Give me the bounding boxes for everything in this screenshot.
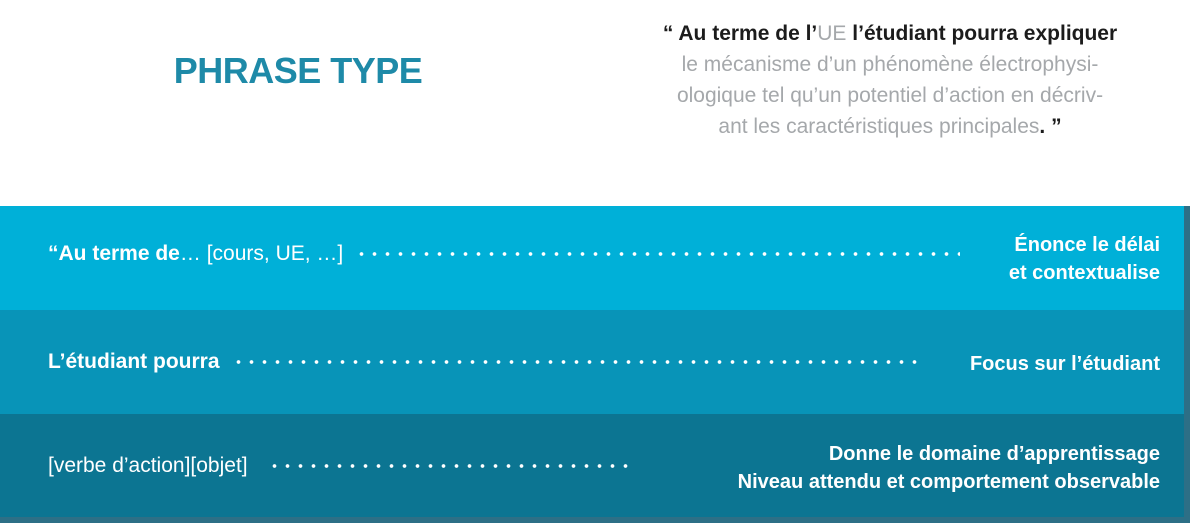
example-sentence-quote: “ Au terme de l’UE l’étudiant pourra exp…	[600, 18, 1180, 142]
quote-ue: UE	[817, 22, 847, 45]
row-student-left: L’étudiant pourra	[48, 350, 922, 374]
quote-open: “ Au terme de l’	[662, 22, 818, 45]
row-action-right-line-2: Niveau attendu et comportement observabl…	[737, 471, 1160, 493]
row-action: [verbe d’action][objet] Donne le domaine…	[0, 414, 1190, 517]
right-border	[1184, 206, 1190, 523]
row-student-right-line-1: Focus sur l’étudiant	[969, 353, 1160, 375]
row-action-left-rest: [verbe d’action][objet]	[48, 454, 248, 477]
quote-close: . ”	[1039, 115, 1062, 138]
row-delay: “Au terme de … [cours, UE, …] Énonce le …	[0, 206, 1190, 310]
dotted-leader	[267, 464, 633, 468]
quote-line-3: ologique tel qu’un potentiel d’action en…	[676, 84, 1104, 107]
row-action-left: [verbe d’action][objet]	[48, 454, 633, 478]
row-action-right: Donne le domaine d’apprentissage Niveau …	[738, 440, 1160, 496]
row-delay-right: Énonce le délai et contextualise	[1009, 231, 1160, 287]
row-delay-left-bold: “Au terme de	[48, 242, 180, 265]
row-student-right: Focus sur l’étudiant	[970, 350, 1160, 378]
row-student: L’étudiant pourra Focus sur l’étudiant	[0, 310, 1190, 414]
row-delay-right-line-1: Énonce le délai	[1014, 234, 1160, 256]
row-delay-left: “Au terme de … [cours, UE, …]	[48, 242, 961, 266]
quote-line-4-text: ant les caractéristiques principales	[718, 115, 1040, 138]
row-delay-right-line-2: et contextualise	[1008, 262, 1160, 284]
row-delay-left-rest: … [cours, UE, …]	[179, 242, 344, 265]
dotted-leader	[355, 252, 961, 256]
quote-line-2: le mécanisme d’un phénomène électrophysi…	[681, 53, 1099, 76]
quote-line-1-rest: l’étudiant pourra expliquer	[846, 22, 1118, 45]
bottom-border	[0, 517, 1190, 523]
row-action-right-line-1: Donne le domaine d’apprentissage	[828, 443, 1160, 465]
header-section: PHRASE TYPE “ Au terme de l’UE l’étudian…	[0, 0, 1190, 206]
dotted-leader	[231, 360, 922, 364]
quote-line-1: “ Au terme de l’UE l’étudiant pourra exp…	[600, 18, 1180, 49]
page-title: PHRASE TYPE	[173, 50, 423, 91]
row-student-left-bold: L’étudiant pourra	[48, 350, 220, 373]
quote-line-4: ant les caractéristiques principales. ”	[600, 111, 1180, 142]
